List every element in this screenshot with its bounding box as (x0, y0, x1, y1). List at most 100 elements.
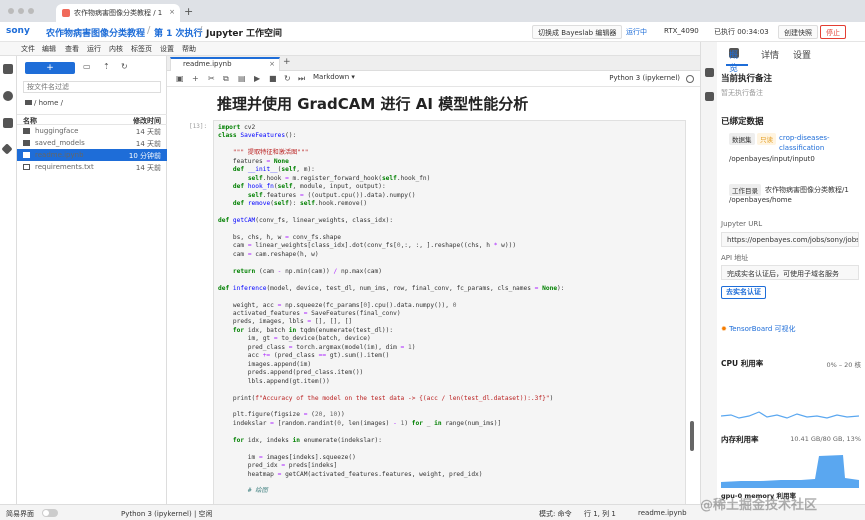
menu-tabs[interactable]: 标签页 (131, 44, 152, 54)
dataset-link-cont[interactable]: classification (779, 144, 824, 152)
menu-kernel[interactable]: 内核 (109, 44, 123, 54)
new-tab-button[interactable]: + (283, 57, 291, 67)
extension-icon[interactable] (1, 143, 13, 155)
file-name: saved_models (35, 139, 85, 147)
readonly-badge: 只读 (757, 133, 776, 145)
markdown-heading: 推理并使用 GradCAM 进行 AI 模型性能分析 (217, 95, 529, 113)
copy-icon[interactable]: ⧉ (223, 74, 229, 84)
verify-button[interactable]: 去实名认证 (721, 286, 766, 299)
bound-data-title: 已绑定数据 (721, 117, 764, 127)
notebook-toolbar: ▣ + ✂ ⧉ ▤ ▶ ■ ↻ ⏭ Markdown ▾ Python 3 (i… (167, 71, 700, 87)
right-activity-strip (700, 42, 717, 504)
save-icon[interactable]: ▣ (176, 74, 184, 83)
file-filter-input[interactable] (23, 81, 161, 93)
close-tab-icon[interactable]: × (169, 8, 175, 16)
dataset-path: /openbayes/input/input0 (729, 155, 815, 163)
menu-view[interactable]: 查看 (65, 44, 79, 54)
app-header: sony 农作物病害图像分类教程 / 第 1 次执行 / Jupyter 工作空… (0, 22, 865, 42)
jupyter-menubar: 文件 编辑 查看 运行 内核 标签页 设置 帮助 (0, 42, 700, 56)
browser-tab[interactable]: 农作物病害图像分类教程 / 1 × (56, 4, 180, 22)
cursor-position[interactable]: 行 1, 列 1 (584, 509, 616, 519)
window-dot[interactable] (28, 8, 34, 14)
file-icon (23, 164, 30, 170)
close-icon[interactable]: × (269, 60, 275, 68)
run-link[interactable]: 第 1 次执行 (154, 26, 203, 39)
notebook-tabbar: readme.ipynb × + (167, 56, 700, 71)
tab-overview[interactable]: 概览 (729, 48, 739, 74)
menu-edit[interactable]: 编辑 (42, 44, 56, 54)
cell-type-label: Markdown (313, 73, 350, 81)
window-dot[interactable] (8, 8, 14, 14)
current-file: readme.ipynb (638, 509, 687, 517)
restart-icon[interactable]: ↻ (284, 74, 291, 83)
workdir-name[interactable]: 农作物病害图像分类教程/1 (765, 185, 849, 195)
jupyter-url-label: Jupyter URL (721, 220, 763, 228)
current-note-title: 当前执行备注 (721, 74, 773, 84)
file-row[interactable]: huggingface 14 天前 (17, 125, 167, 137)
breadcrumb[interactable]: / home / (25, 99, 63, 107)
kernel-name[interactable]: Python 3 (ipykernel) (609, 74, 680, 82)
cell-type-select[interactable]: Markdown ▾ (313, 73, 355, 81)
debug-icon[interactable] (705, 92, 714, 101)
file-name: huggingface (35, 127, 79, 135)
menu-file[interactable]: 文件 (21, 44, 35, 54)
file-modified: 14 天前 (135, 128, 161, 136)
dataset-badge: 数据集 (729, 133, 755, 145)
folder-icon (25, 100, 32, 105)
simple-mode-label: 简易界面 (6, 510, 34, 518)
menu-help[interactable]: 帮助 (182, 44, 196, 54)
scrollbar[interactable] (690, 421, 694, 451)
gear-icon[interactable] (705, 68, 714, 77)
elapsed-time: 已执行 00:34:03 (714, 28, 769, 36)
new-tab-button[interactable]: + (184, 5, 193, 18)
project-link[interactable]: 农作物病害图像分类教程 (46, 26, 145, 39)
notebook-tab[interactable]: readme.ipynb × (170, 57, 280, 71)
tab-settings[interactable]: 设置 (793, 48, 811, 61)
breadcrumb-sep: / (199, 25, 203, 36)
tensorboard-link[interactable]: ✹ TensorBoard 可视化 (721, 324, 796, 334)
add-cell-icon[interactable]: + (192, 74, 199, 83)
cut-icon[interactable]: ✂ (208, 74, 215, 83)
dataset-link[interactable]: crop-diseases- (779, 134, 830, 142)
folder-icon[interactable] (3, 64, 13, 74)
folder-icon (23, 128, 30, 134)
file-row[interactable]: saved_models 14 天前 (17, 137, 167, 149)
cell-prompt: [13]: (189, 123, 208, 130)
create-snapshot-button[interactable]: 创建快照 (778, 25, 818, 39)
new-folder-icon[interactable]: ▭ (83, 62, 91, 71)
file-modified: 14 天前 (135, 164, 161, 172)
file-row[interactable]: readme.ipynb 10 分钟前 (17, 149, 167, 161)
menu-run[interactable]: 运行 (87, 44, 101, 54)
stop-icon[interactable]: ■ (269, 74, 277, 83)
api-field: 完成实名认证后，可使用子域名服务 (721, 265, 859, 280)
new-launcher-button[interactable]: + (25, 62, 75, 74)
menu-settings[interactable]: 设置 (160, 44, 174, 54)
kernel-status[interactable]: Python 3 (ipykernel) | 空闲 (121, 509, 213, 519)
run-all-icon[interactable]: ⏭ (298, 74, 305, 84)
switch-editor-button[interactable]: 切换成 Bayeslab 编辑器 (532, 25, 623, 39)
breadcrumb-sep: / (147, 25, 151, 36)
jupyter-url-field[interactable]: https://openbayes.com/jobs/sony/jobs (721, 232, 859, 247)
tab-details[interactable]: 详情 (761, 48, 779, 61)
workspace-title: Jupyter 工作空间 (206, 29, 283, 39)
stop-button[interactable]: 停止 (820, 25, 846, 39)
running-icon[interactable] (3, 91, 13, 101)
browser-tabbar: 农作物病害图像分类教程 / 1 × + (0, 0, 865, 22)
code-editor[interactable]: import cv2 class SaveFeatures(): """ 提取特… (218, 124, 565, 496)
commands-icon[interactable] (3, 118, 13, 128)
logo[interactable]: sony (6, 26, 30, 36)
upload-icon[interactable]: ⇡ (103, 62, 110, 71)
notebook-tab-label: readme.ipynb (183, 60, 232, 68)
status-badge: 运行中 (626, 28, 647, 36)
run-icon[interactable]: ▶ (254, 74, 260, 83)
current-note-empty: 暂无执行备注 (721, 89, 763, 97)
watermark: @稀土掘金技术社区 (700, 498, 818, 513)
file-row[interactable]: requirements.txt 14 天前 (17, 161, 167, 173)
gpu-label: RTX_4090 (664, 27, 699, 35)
refresh-icon[interactable]: ↻ (121, 62, 128, 71)
window-dot[interactable] (18, 8, 24, 14)
favicon-icon (62, 9, 70, 17)
code-cell[interactable]: import cv2 class SaveFeatures(): """ 提取特… (213, 120, 686, 504)
paste-icon[interactable]: ▤ (238, 74, 246, 83)
simple-mode-toggle[interactable] (42, 509, 58, 517)
